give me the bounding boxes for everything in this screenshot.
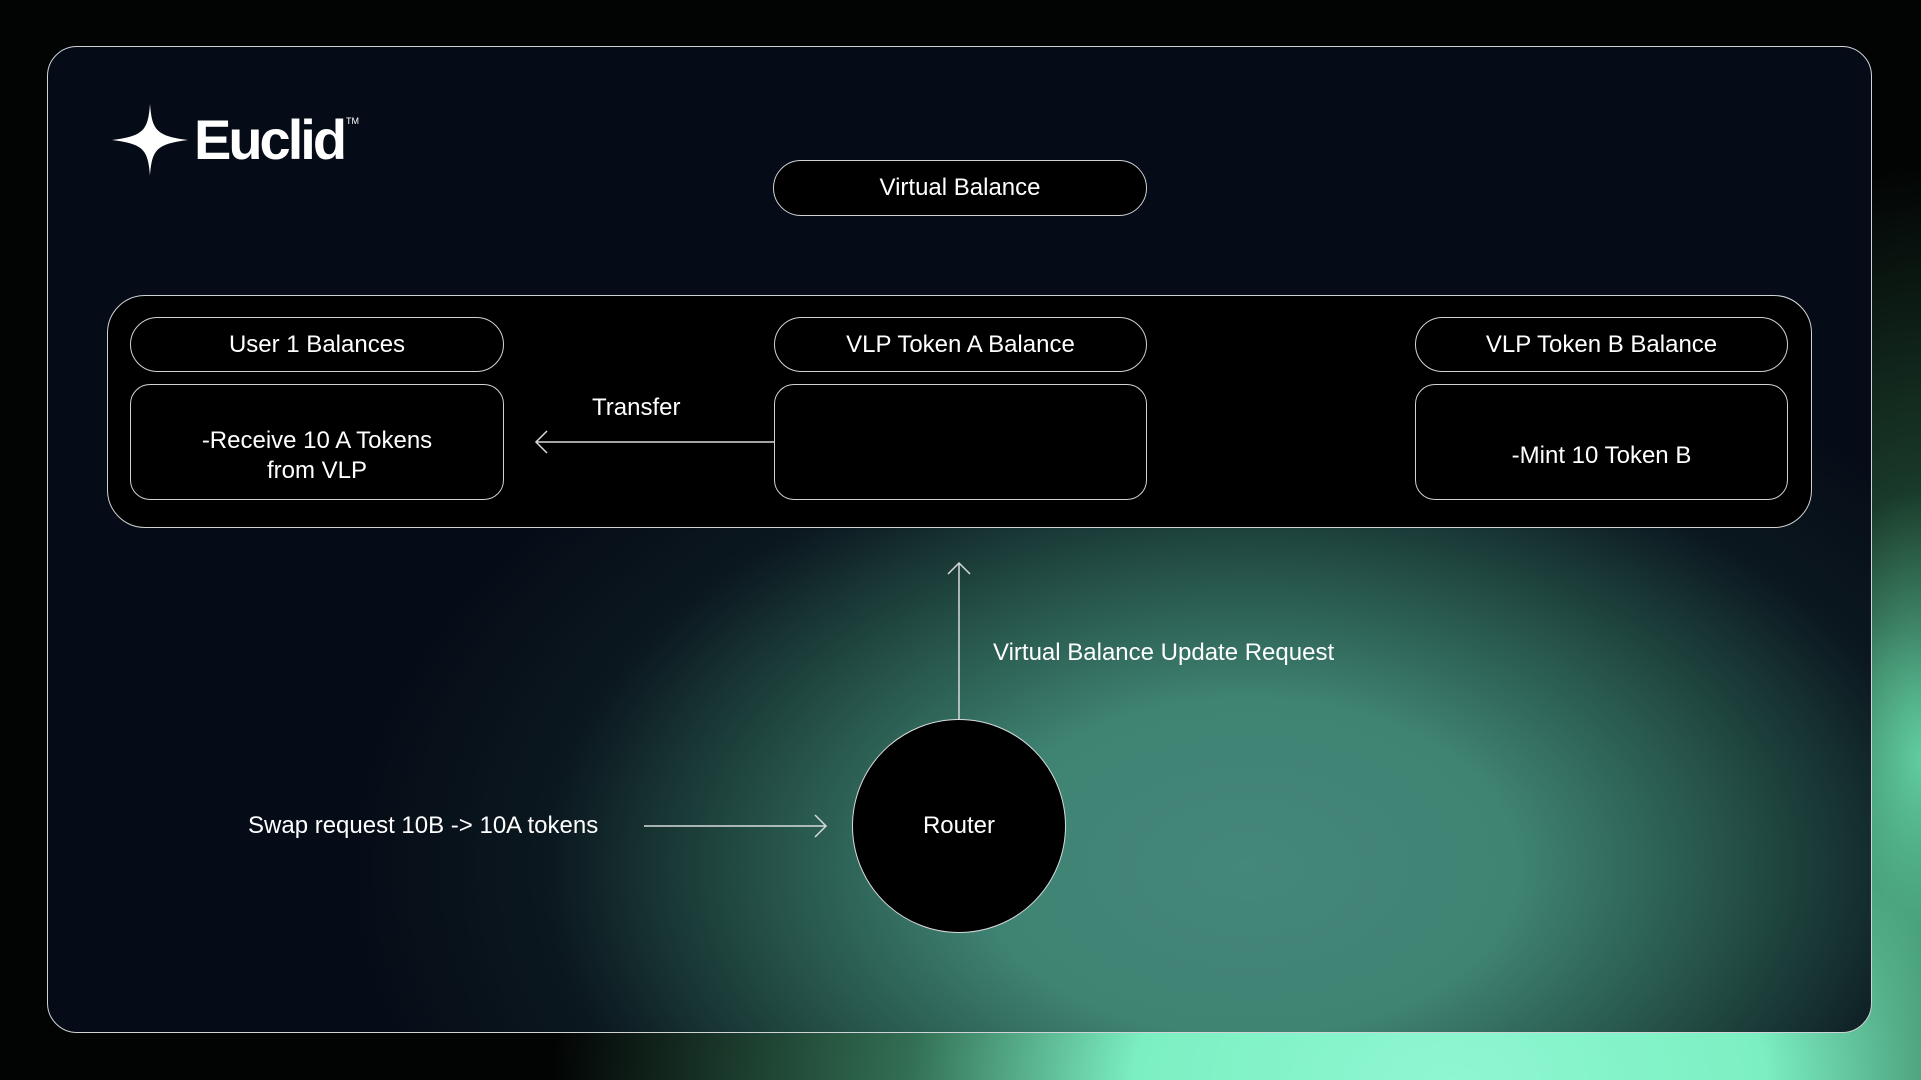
router-label: Router xyxy=(922,812,996,839)
vlp-token-b-action-line1: -Mint 10 Token B xyxy=(1511,442,1692,469)
vlp-token-a-balance-pill: VLP Token A Balance xyxy=(774,317,1147,372)
user-1-action-line2: from VLP xyxy=(266,457,368,484)
virtual-balance-pill: Virtual Balance xyxy=(773,160,1147,216)
trademark-mark: TM xyxy=(346,116,360,126)
four-point-star-icon xyxy=(112,104,188,176)
user-1-balances-box: -Receive 10 A Tokens from VLP xyxy=(130,384,504,500)
vlp-token-b-balance-box: -Mint 10 Token B xyxy=(1415,384,1788,500)
vlp-token-a-balance-box xyxy=(774,384,1147,500)
router-node: Router xyxy=(852,719,1066,933)
euclid-logo: Euclid TM xyxy=(112,104,359,176)
virtual-balance-label: Virtual Balance xyxy=(879,174,1041,201)
virtual-balance-update-request-label: Virtual Balance Update Request xyxy=(993,639,1335,666)
swap-request-label: Swap request 10B -> 10A tokens xyxy=(248,812,599,839)
vlp-token-b-balance-pill: VLP Token B Balance xyxy=(1415,317,1788,372)
user-1-balances-pill: User 1 Balances xyxy=(130,317,504,372)
brand-name: Euclid xyxy=(194,108,347,171)
user-1-balances-label: User 1 Balances xyxy=(228,330,406,358)
user-1-action-line1: -Receive 10 A Tokens xyxy=(201,427,433,454)
vlp-token-a-balance-label: VLP Token A Balance xyxy=(846,330,1075,358)
transfer-label: Transfer xyxy=(592,394,681,421)
vlp-token-b-balance-label: VLP Token B Balance xyxy=(1485,330,1718,358)
